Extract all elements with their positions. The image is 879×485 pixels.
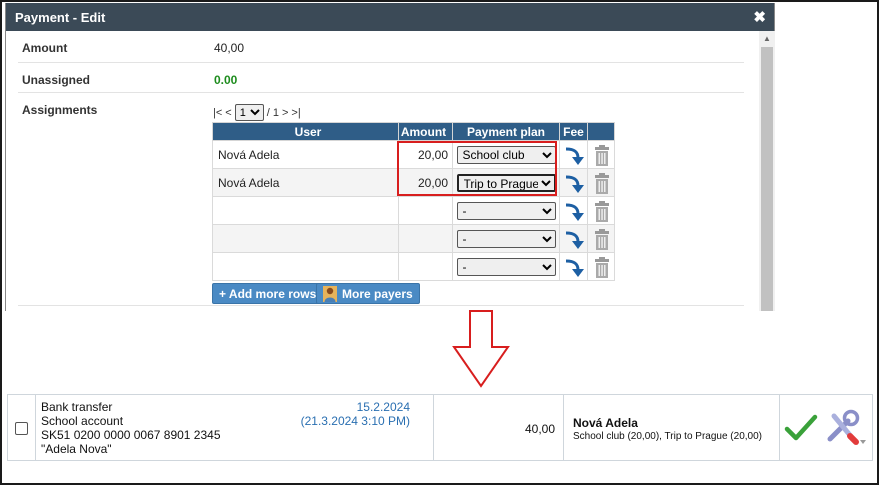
cell-payment-plan: - <box>452 252 560 281</box>
account-name: School account <box>41 414 124 428</box>
more-payers-button[interactable]: More payers <box>316 283 420 304</box>
cell-delete <box>587 196 615 225</box>
table-row: - <box>212 252 615 281</box>
divider <box>18 305 744 306</box>
curved-arrow-right-icon[interactable] <box>562 144 586 168</box>
curved-arrow-right-icon[interactable] <box>562 228 586 252</box>
column-header-user: User <box>212 122 399 141</box>
transaction-amount: 40,00 <box>524 422 555 436</box>
dialog-title: Payment - Edit <box>15 10 106 25</box>
payment-plan-select[interactable]: School club <box>456 145 556 164</box>
payment-plan-select[interactable]: - <box>456 201 556 220</box>
cell-delete <box>587 224 615 253</box>
assignments-table: User Amount Payment plan Fee Nová Adela … <box>212 122 615 281</box>
cell-fee <box>559 140 588 169</box>
payment-method: Bank transfer <box>41 400 113 414</box>
dialog-header: Payment - Edit <box>6 3 774 31</box>
cell-amount[interactable] <box>398 252 453 281</box>
pager-first[interactable]: |< <box>213 107 222 119</box>
pager-next[interactable]: > <box>282 107 288 119</box>
cell-user <box>212 196 399 225</box>
unassigned-label: Unassigned <box>22 73 91 87</box>
cell-payment-plan: - <box>452 224 560 253</box>
column-header-blank <box>587 122 615 141</box>
check-icon[interactable] <box>784 413 818 443</box>
column-header-fee: Fee <box>559 122 588 141</box>
payment-plan-select[interactable]: Trip to Prague <box>456 173 556 192</box>
cell-amount[interactable] <box>398 224 453 253</box>
table-row: - <box>212 224 615 253</box>
pager-total: / 1 <box>266 106 279 119</box>
payment-plan-select[interactable]: - <box>456 257 556 276</box>
cell-amount[interactable] <box>398 196 453 225</box>
cell-amount[interactable]: 20,00 <box>398 168 453 197</box>
trash-icon[interactable] <box>592 256 612 279</box>
cell-fee <box>559 196 588 225</box>
transaction-date: 15.2.2024 <box>356 400 410 414</box>
pager-prev[interactable]: < <box>225 107 231 119</box>
cell-user <box>212 224 399 253</box>
assignments-label: Assignments <box>22 103 98 117</box>
payer-name: "Adela Nova" <box>41 442 112 456</box>
scroll-thumb[interactable] <box>761 47 773 311</box>
iban: SK51 0200 0000 0067 8901 2345 <box>41 428 221 442</box>
transaction-datetime: (21.3.2024 3:10 PM) <box>300 414 410 428</box>
amount-label: Amount <box>22 41 68 55</box>
column-header-payment-plan: Payment plan <box>452 122 560 141</box>
curved-arrow-right-icon[interactable] <box>562 200 586 224</box>
cell-payment-plan: School club <box>452 140 560 169</box>
down-arrow-icon <box>452 310 510 388</box>
cell-delete <box>587 140 615 169</box>
cell-user: Nová Adela <box>212 140 399 169</box>
divider <box>18 92 744 93</box>
cell-fee <box>559 168 588 197</box>
trash-icon[interactable] <box>592 172 612 195</box>
cell-amount[interactable]: 20,00 <box>398 140 453 169</box>
table-row: - <box>212 196 615 225</box>
trash-icon[interactable] <box>592 228 612 251</box>
table-row: Nová Adela 20,00 Trip to Prague <box>212 168 615 197</box>
cell-payment-plan: - <box>452 196 560 225</box>
person-icon <box>323 285 337 302</box>
cell-fee <box>559 224 588 253</box>
trash-icon[interactable] <box>592 200 612 223</box>
cell-payment-plan: Trip to Prague <box>452 168 560 197</box>
cell-fee <box>559 252 588 281</box>
more-payers-label: More payers <box>342 286 413 301</box>
amount-value: 40,00 <box>214 41 245 55</box>
transaction-row[interactable]: Bank transfer School account SK51 0200 0… <box>7 394 873 461</box>
page-select[interactable]: 1 <box>234 104 264 121</box>
unassigned-value: 0.00 <box>214 73 238 87</box>
payment-edit-dialog: Payment - Edit ✖ ▲ Amount 40,00 Unassign… <box>5 3 775 311</box>
transaction-assignments: School club (20,00), Trip to Prague (20,… <box>573 431 762 442</box>
pager-last[interactable]: >| <box>291 107 300 119</box>
pager: |< < 1 / 1 > >| <box>213 104 301 121</box>
column-header-amount: Amount <box>398 122 453 141</box>
trash-icon[interactable] <box>592 144 612 167</box>
cell-user: Nová Adela <box>212 168 399 197</box>
row-checkbox[interactable] <box>15 422 28 435</box>
add-more-rows-button[interactable]: + Add more rows <box>212 283 324 304</box>
divider <box>779 395 780 460</box>
close-icon[interactable]: ✖ <box>753 8 766 26</box>
table-row: Nová Adela 20,00 School club <box>212 140 615 169</box>
curved-arrow-right-icon[interactable] <box>562 172 586 196</box>
divider <box>563 395 564 460</box>
tools-icon[interactable] <box>824 409 866 447</box>
divider <box>18 62 744 63</box>
add-more-rows-label: + Add more rows <box>219 286 317 301</box>
transaction-user: Nová Adela <box>573 416 638 430</box>
cell-user <box>212 252 399 281</box>
dialog-scrollbar[interactable]: ▲ <box>759 31 775 311</box>
payment-plan-select[interactable]: - <box>456 229 556 248</box>
cell-delete <box>587 252 615 281</box>
divider <box>35 395 36 460</box>
cell-delete <box>587 168 615 197</box>
curved-arrow-right-icon[interactable] <box>562 256 586 280</box>
scroll-up-icon[interactable]: ▲ <box>759 31 775 47</box>
divider <box>433 395 434 460</box>
